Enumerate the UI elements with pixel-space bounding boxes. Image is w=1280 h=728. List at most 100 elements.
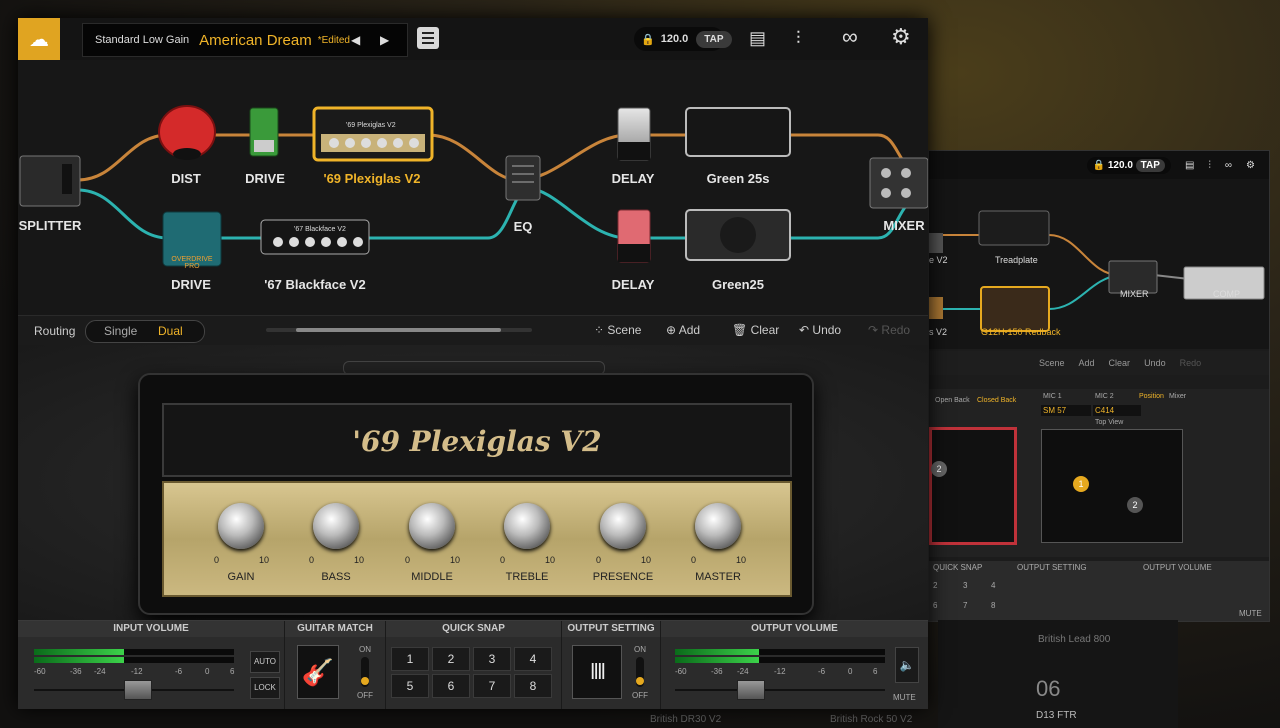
- middle-knob[interactable]: [409, 503, 455, 549]
- output-setting-button[interactable]: ‖‖: [572, 645, 622, 699]
- library-item-1[interactable]: 06: [1036, 676, 1060, 702]
- snap-8[interactable]: 8: [514, 674, 552, 698]
- tuner-icon[interactable]: ▤: [749, 28, 766, 49]
- delay-bottom-label[interactable]: DELAY: [612, 277, 655, 292]
- middle-min: 0: [405, 555, 411, 565]
- output-setting-toggle[interactable]: [636, 657, 644, 687]
- secondary-snap-3[interactable]: 3: [963, 581, 967, 590]
- master-knob[interactable]: [695, 503, 741, 549]
- output-scale-2: -24: [737, 667, 749, 676]
- input-scale-3: -12: [131, 667, 143, 676]
- green25s-label[interactable]: Green 25s: [707, 171, 770, 186]
- next-preset-icon[interactable]: ▶: [380, 33, 389, 47]
- snap-2[interactable]: 2: [432, 647, 470, 671]
- gear-icon[interactable]: ⚙: [891, 24, 911, 50]
- redo-button[interactable]: ↷ Redo: [868, 323, 910, 337]
- secondary-tempo[interactable]: 🔒 120.0 TAP: [1086, 156, 1171, 174]
- bpm-value[interactable]: 120.0: [661, 33, 689, 45]
- preset-selector[interactable]: Standard Low Gain American Dream *Edited…: [82, 23, 408, 57]
- clear-button[interactable]: 🗑 Clear: [732, 323, 779, 337]
- guitar-match-toggle[interactable]: [361, 657, 369, 687]
- canvas-scrollbar[interactable]: [266, 328, 532, 332]
- snap-3[interactable]: 3: [473, 647, 511, 671]
- secondary-redo-button[interactable]: Redo: [1180, 358, 1202, 368]
- routing-single[interactable]: Single: [104, 324, 137, 338]
- cloud-logo-button[interactable]: ☁: [18, 18, 60, 60]
- scene-button[interactable]: ⁘ Scene: [594, 323, 641, 337]
- loop-icon[interactable]: ∞: [842, 24, 858, 50]
- secondary-loop-icon[interactable]: ∞: [1225, 160, 1232, 171]
- splitter-label[interactable]: SPLITTER: [19, 218, 82, 233]
- menu-button[interactable]: [417, 27, 439, 49]
- secondary-open-back[interactable]: Open Back: [935, 397, 970, 404]
- snap-7[interactable]: 7: [473, 674, 511, 698]
- eq-label[interactable]: EQ: [514, 219, 533, 234]
- auto-button[interactable]: AUTO: [250, 651, 280, 673]
- secondary-snap-8[interactable]: 8: [991, 601, 995, 610]
- gain-knob[interactable]: [218, 503, 264, 549]
- secondary-scene-button[interactable]: Scene: [1039, 358, 1065, 368]
- input-volume-fader[interactable]: [124, 680, 152, 700]
- bottom-panel: INPUT VOLUME -60 -36 -24 -12 -6 0 6 AUTO…: [18, 620, 928, 709]
- snap-4[interactable]: 4: [514, 647, 552, 671]
- lock-button[interactable]: LOCK: [250, 677, 280, 699]
- library-item-2[interactable]: D13 FTR: [1036, 710, 1077, 721]
- secondary-clear-button[interactable]: Clear: [1109, 358, 1131, 368]
- secondary-closed-back[interactable]: Closed Back: [977, 397, 1016, 404]
- secondary-tuner-icon[interactable]: ▤: [1185, 160, 1194, 171]
- secondary-marker-1[interactable]: 1: [1073, 476, 1089, 492]
- secondary-mic1-select[interactable]: SM 57: [1041, 405, 1091, 416]
- lock-icon[interactable]: 🔒: [641, 33, 655, 46]
- secondary-cab-view: Open Back Closed Back MIC 1 MIC 2 SM 57 …: [929, 389, 1269, 557]
- secondary-snap-7[interactable]: 7: [963, 601, 967, 610]
- presence-knob[interactable]: [600, 503, 646, 549]
- snap-6[interactable]: 6: [432, 674, 470, 698]
- bass-knob[interactable]: [313, 503, 359, 549]
- secondary-snap-2[interactable]: 2: [933, 581, 937, 590]
- output-volume-section: OUTPUT VOLUME -60 -36 -24 -12 -6 0 6 🔈 M…: [661, 621, 928, 709]
- library-item-4[interactable]: British Rock 50 V2: [830, 714, 912, 725]
- prev-preset-icon[interactable]: ◀: [351, 33, 360, 47]
- secondary-snap-6[interactable]: 6: [933, 601, 937, 610]
- treble-knob[interactable]: [504, 503, 550, 549]
- tempo-control[interactable]: 🔒 120.0 TAP: [634, 27, 732, 51]
- delay-top-label[interactable]: DELAY: [612, 171, 655, 186]
- routing-toggle[interactable]: Single Dual: [85, 320, 205, 343]
- mixer-label[interactable]: MIXER: [883, 218, 924, 233]
- tap-button[interactable]: TAP: [696, 30, 732, 48]
- blackface-label[interactable]: '67 Blackface V2: [264, 277, 365, 292]
- secondary-mixer-icon[interactable]: ⫶: [1208, 160, 1211, 171]
- drive-bottom-label[interactable]: DRIVE: [171, 277, 211, 292]
- presence-label: PRESENCE: [592, 571, 654, 583]
- secondary-mixer-toggle[interactable]: Mixer: [1169, 393, 1186, 400]
- secondary-snap-4[interactable]: 4: [991, 581, 995, 590]
- master-max: 10: [736, 555, 747, 565]
- guitar-match-button[interactable]: 🎸: [297, 645, 339, 699]
- quick-snap-header: QUICK SNAP: [386, 621, 561, 637]
- library-item-3[interactable]: British DR30 V2: [650, 714, 721, 725]
- preset-name: American Dream: [199, 31, 312, 49]
- secondary-undo-button[interactable]: Undo: [1144, 358, 1166, 368]
- secondary-marker-2[interactable]: 2: [1127, 497, 1143, 513]
- add-button[interactable]: ⊕ Add: [666, 323, 700, 337]
- secondary-gear-icon[interactable]: ⚙: [1246, 160, 1255, 171]
- green25-label[interactable]: Green25: [712, 277, 764, 292]
- secondary-mute-label[interactable]: MUTE: [1239, 609, 1262, 618]
- mute-button[interactable]: 🔈: [895, 647, 919, 683]
- mixer-icon[interactable]: ⫶: [796, 28, 801, 49]
- snap-5[interactable]: 5: [391, 674, 429, 698]
- snap-1[interactable]: 1: [391, 647, 429, 671]
- secondary-position-label[interactable]: Position: [1139, 393, 1164, 400]
- routing-dual[interactable]: Dual: [158, 324, 183, 338]
- secondary-add-button[interactable]: Add: [1079, 358, 1095, 368]
- output-scale-0: -60: [675, 667, 687, 676]
- secondary-tap-button[interactable]: TAP: [1135, 158, 1165, 172]
- drive-top-label[interactable]: DRIVE: [245, 171, 285, 186]
- output-volume-fader[interactable]: [737, 680, 765, 700]
- plexi-label[interactable]: '69 Plexiglas V2: [323, 171, 420, 186]
- dist-label[interactable]: DIST: [171, 171, 201, 186]
- secondary-marker-cab[interactable]: 2: [931, 461, 947, 477]
- library-item-0[interactable]: British Lead 800: [1038, 634, 1110, 645]
- secondary-mic2-select[interactable]: C414: [1093, 405, 1141, 416]
- undo-button[interactable]: ↶ Undo: [799, 323, 841, 337]
